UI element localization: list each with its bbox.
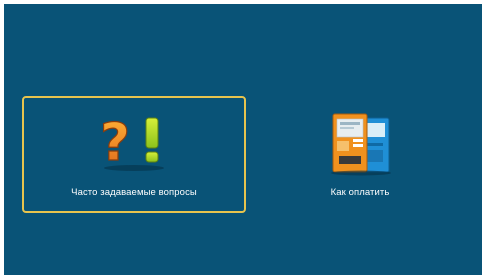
svg-text:?: ? — [100, 113, 130, 173]
faq-label: Часто задаваемые вопросы — [71, 187, 197, 198]
menu-screen: ? Часто задаваемые вопросы Как оплатить — [4, 4, 482, 275]
how-to-pay-label: Как оплатить — [330, 187, 390, 198]
payment-terminal-icon — [331, 113, 391, 176]
how-to-pay-tile[interactable]: Как оплатить — [248, 96, 472, 213]
faq-tile[interactable]: ? Часто задаваемые вопросы — [22, 96, 246, 213]
question-exclamation-icon: ? — [99, 112, 164, 174]
